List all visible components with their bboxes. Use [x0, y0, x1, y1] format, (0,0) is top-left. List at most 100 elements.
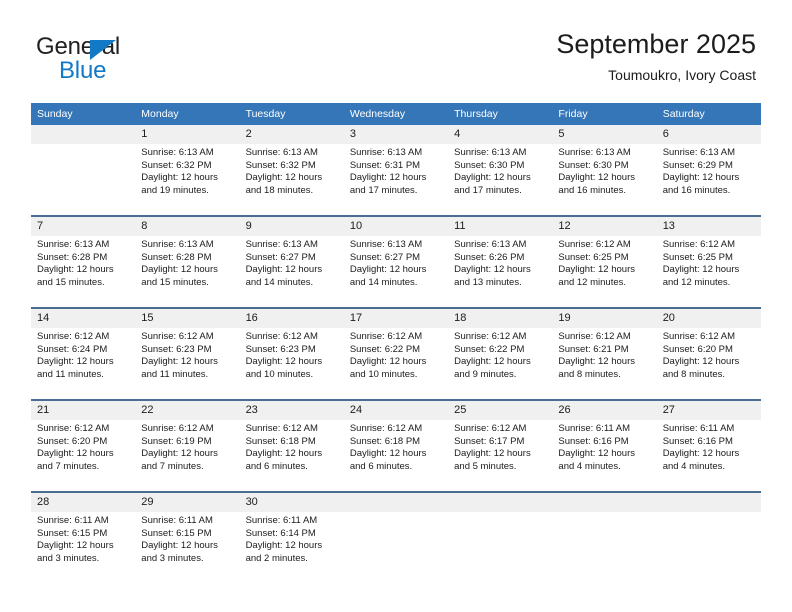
day-number-2[interactable]: 2 — [239, 125, 344, 144]
day-cell-1[interactable]: Sunrise: 6:13 AM Sunset: 6:32 PM Daylight:… — [135, 144, 240, 216]
day-cell-24[interactable]: Sunrise: 6:12 AM Sunset: 6:18 PM Daylight:… — [343, 420, 449, 492]
day-number-21[interactable]: 21 — [31, 399, 136, 420]
sunset-text: Sunset: 6:25 PM — [662, 251, 733, 263]
day-cell-8[interactable]: Sunrise: 6:13 AM Sunset: 6:28 PM Daylight:… — [135, 236, 240, 308]
sunrise-text: Sunrise: 6:12 AM — [349, 331, 423, 342]
day-number-1[interactable]: 1 — [135, 125, 240, 144]
day-number-29[interactable]: 29 — [135, 491, 240, 512]
sunrise-text: Sunrise: 6:13 AM — [454, 239, 527, 250]
daylight-text-line2: and 10 minutes. — [349, 368, 418, 380]
day-number-19[interactable]: 19 — [552, 307, 657, 328]
day-cell-9[interactable]: Sunrise: 6:13 AM Sunset: 6:27 PM Daylight:… — [239, 236, 344, 308]
day-cell-28[interactable]: Sunrise: 6:11 AM Sunset: 6:15 PM Daylight:… — [31, 512, 136, 584]
day-cell-10[interactable]: Sunrise: 6:13 AM Sunset: 6:27 PM Daylight:… — [343, 236, 449, 308]
day-number-23[interactable]: 23 — [239, 399, 344, 420]
general-blue-logo[interactable]: General Blue — [36, 34, 236, 86]
day-cell-25[interactable]: Sunrise: 6:12 AM Sunset: 6:17 PM Daylight:… — [448, 420, 553, 492]
day-cell-4[interactable]: Sunrise: 6:13 AM Sunset: 6:30 PM Daylight:… — [448, 144, 553, 216]
day-cell-29[interactable]: Sunrise: 6:11 AM Sunset: 6:15 PM Daylight:… — [135, 512, 240, 584]
day-cell-empty — [31, 144, 136, 216]
day-cell-7[interactable]: Sunrise: 6:13 AM Sunset: 6:28 PM Daylight:… — [31, 236, 136, 308]
day-cell-26[interactable]: Sunrise: 6:11 AM Sunset: 6:16 PM Daylight:… — [552, 420, 657, 492]
day-number-5[interactable]: 5 — [552, 125, 657, 144]
day-number-20[interactable]: 20 — [656, 307, 761, 328]
weekday-header-thursday: Thursday — [448, 103, 553, 125]
daylight-text-line1: Daylight: 12 hours — [349, 172, 427, 184]
day-number-4[interactable]: 4 — [448, 125, 553, 144]
day-number-7[interactable]: 7 — [31, 215, 136, 236]
daylight-text-line2: and 5 minutes. — [454, 460, 517, 472]
sunset-text: Sunset: 6:15 PM — [37, 527, 108, 539]
day-cell-15[interactable]: Sunrise: 6:12 AM Sunset: 6:23 PM Daylight:… — [135, 328, 240, 400]
daylight-text-line1: Daylight: 12 hours — [37, 448, 114, 460]
day-number-15[interactable]: 15 — [135, 307, 240, 328]
day-cell-3[interactable]: Sunrise: 6:13 AM Sunset: 6:31 PM Daylight:… — [343, 144, 449, 216]
daylight-text-line2: and 9 minutes. — [454, 368, 517, 380]
day-cell-18[interactable]: Sunrise: 6:12 AM Sunset: 6:22 PM Daylight:… — [448, 328, 553, 400]
day-cell-12[interactable]: Sunrise: 6:12 AM Sunset: 6:25 PM Daylight:… — [552, 236, 657, 308]
day-cell-14[interactable]: Sunrise: 6:12 AM Sunset: 6:24 PM Daylight:… — [31, 328, 136, 400]
sunrise-text: Sunrise: 6:13 AM — [662, 147, 736, 158]
day-number-12[interactable]: 12 — [552, 215, 657, 236]
daylight-text-line1: Daylight: 12 hours — [349, 448, 427, 460]
weekday-header-sunday: Sunday — [31, 103, 136, 125]
daylight-text-line2: and 6 minutes. — [349, 460, 413, 472]
sunrise-text: Sunrise: 6:12 AM — [141, 423, 214, 434]
sunset-text: Sunset: 6:27 PM — [349, 251, 421, 263]
weekday-header-wednesday: Wednesday — [343, 103, 449, 125]
day-number-11[interactable]: 11 — [448, 215, 553, 236]
day-cell-21[interactable]: Sunrise: 6:12 AM Sunset: 6:20 PM Daylight:… — [31, 420, 136, 492]
day-number-17[interactable]: 17 — [343, 307, 449, 328]
week-daynumber-row: 28 29 30 — [31, 491, 761, 512]
day-number-14[interactable]: 14 — [31, 307, 136, 328]
day-cell-23[interactable]: Sunrise: 6:12 AM Sunset: 6:18 PM Daylight:… — [239, 420, 344, 492]
daylight-text-line1: Daylight: 12 hours — [662, 172, 740, 184]
day-cell-19[interactable]: Sunrise: 6:12 AM Sunset: 6:21 PM Daylight:… — [552, 328, 657, 400]
weekday-header-monday: Monday — [135, 103, 240, 125]
day-number-24[interactable]: 24 — [343, 399, 449, 420]
day-number-27[interactable]: 27 — [656, 399, 761, 420]
day-cell-13[interactable]: Sunrise: 6:12 AM Sunset: 6:25 PM Daylight:… — [656, 236, 761, 308]
day-cell-27[interactable]: Sunrise: 6:11 AM Sunset: 6:16 PM Daylight:… — [656, 420, 761, 492]
day-number-9[interactable]: 9 — [239, 215, 344, 236]
day-cell-11[interactable]: Sunrise: 6:13 AM Sunset: 6:26 PM Daylight:… — [448, 236, 553, 308]
daylight-text-line2: and 12 minutes. — [662, 276, 731, 288]
day-cell-empty — [656, 512, 761, 584]
day-cell-20[interactable]: Sunrise: 6:12 AM Sunset: 6:20 PM Daylight:… — [656, 328, 761, 400]
daylight-text-line2: and 19 minutes. — [141, 184, 209, 196]
day-number-10[interactable]: 10 — [343, 215, 449, 236]
daylight-text-line2: and 15 minutes. — [141, 276, 209, 288]
day-cell-22[interactable]: Sunrise: 6:12 AM Sunset: 6:19 PM Daylight:… — [135, 420, 240, 492]
day-cell-30[interactable]: Sunrise: 6:11 AM Sunset: 6:14 PM Daylight:… — [239, 512, 344, 584]
day-number-25[interactable]: 25 — [448, 399, 553, 420]
day-number-26[interactable]: 26 — [552, 399, 657, 420]
sunrise-text: Sunrise: 6:11 AM — [141, 515, 213, 526]
calendar-header-row: Sunday Monday Tuesday Wednesday Thursday… — [31, 103, 761, 125]
day-number-16[interactable]: 16 — [239, 307, 344, 328]
day-cell-5[interactable]: Sunrise: 6:13 AM Sunset: 6:30 PM Daylight:… — [552, 144, 657, 216]
day-number-18[interactable]: 18 — [448, 307, 553, 328]
day-cell-16[interactable]: Sunrise: 6:12 AM Sunset: 6:23 PM Daylight:… — [239, 328, 344, 400]
sunrise-text: Sunrise: 6:12 AM — [558, 331, 631, 342]
sunrise-text: Sunrise: 6:13 AM — [558, 147, 631, 158]
day-number-3[interactable]: 3 — [343, 125, 449, 144]
daylight-text-line1: Daylight: 12 hours — [141, 172, 218, 184]
day-number-22[interactable]: 22 — [135, 399, 240, 420]
day-number-6[interactable]: 6 — [656, 125, 761, 144]
sunrise-text: Sunrise: 6:12 AM — [454, 423, 527, 434]
day-cell-6[interactable]: Sunrise: 6:13 AM Sunset: 6:29 PM Daylight:… — [656, 144, 761, 216]
week-detail-row: Sunrise: 6:11 AM Sunset: 6:15 PM Daylight:… — [31, 512, 761, 584]
day-number-8[interactable]: 8 — [135, 215, 240, 236]
page-title: September 2025 — [556, 29, 756, 59]
day-number-30[interactable]: 30 — [239, 491, 344, 512]
day-cell-17[interactable]: Sunrise: 6:12 AM Sunset: 6:22 PM Daylight:… — [343, 328, 449, 400]
daylight-text-line1: Daylight: 12 hours — [558, 448, 635, 460]
sunrise-text: Sunrise: 6:13 AM — [245, 239, 318, 250]
daylight-text-line1: Daylight: 12 hours — [454, 264, 531, 276]
sunrise-text: Sunrise: 6:13 AM — [454, 147, 527, 158]
sunset-text: Sunset: 6:18 PM — [245, 435, 316, 447]
day-number-28[interactable]: 28 — [31, 491, 136, 512]
logo-text-blue: Blue — [59, 57, 107, 84]
day-cell-2[interactable]: Sunrise: 6:13 AM Sunset: 6:32 PM Daylight:… — [239, 144, 344, 216]
day-number-13[interactable]: 13 — [656, 215, 761, 236]
